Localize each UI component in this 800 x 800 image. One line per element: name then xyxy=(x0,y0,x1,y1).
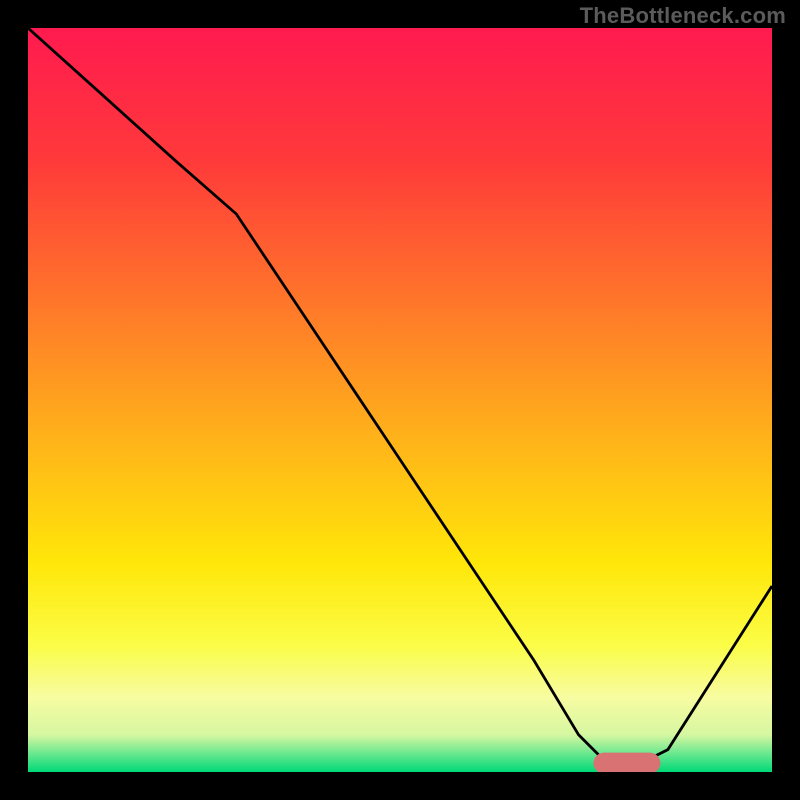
watermark-text: TheBottleneck.com xyxy=(580,3,786,29)
chart-frame: TheBottleneck.com xyxy=(0,0,800,800)
plot-background xyxy=(28,28,772,772)
optimal-range-marker xyxy=(593,753,660,772)
bottleneck-chart xyxy=(28,28,772,772)
